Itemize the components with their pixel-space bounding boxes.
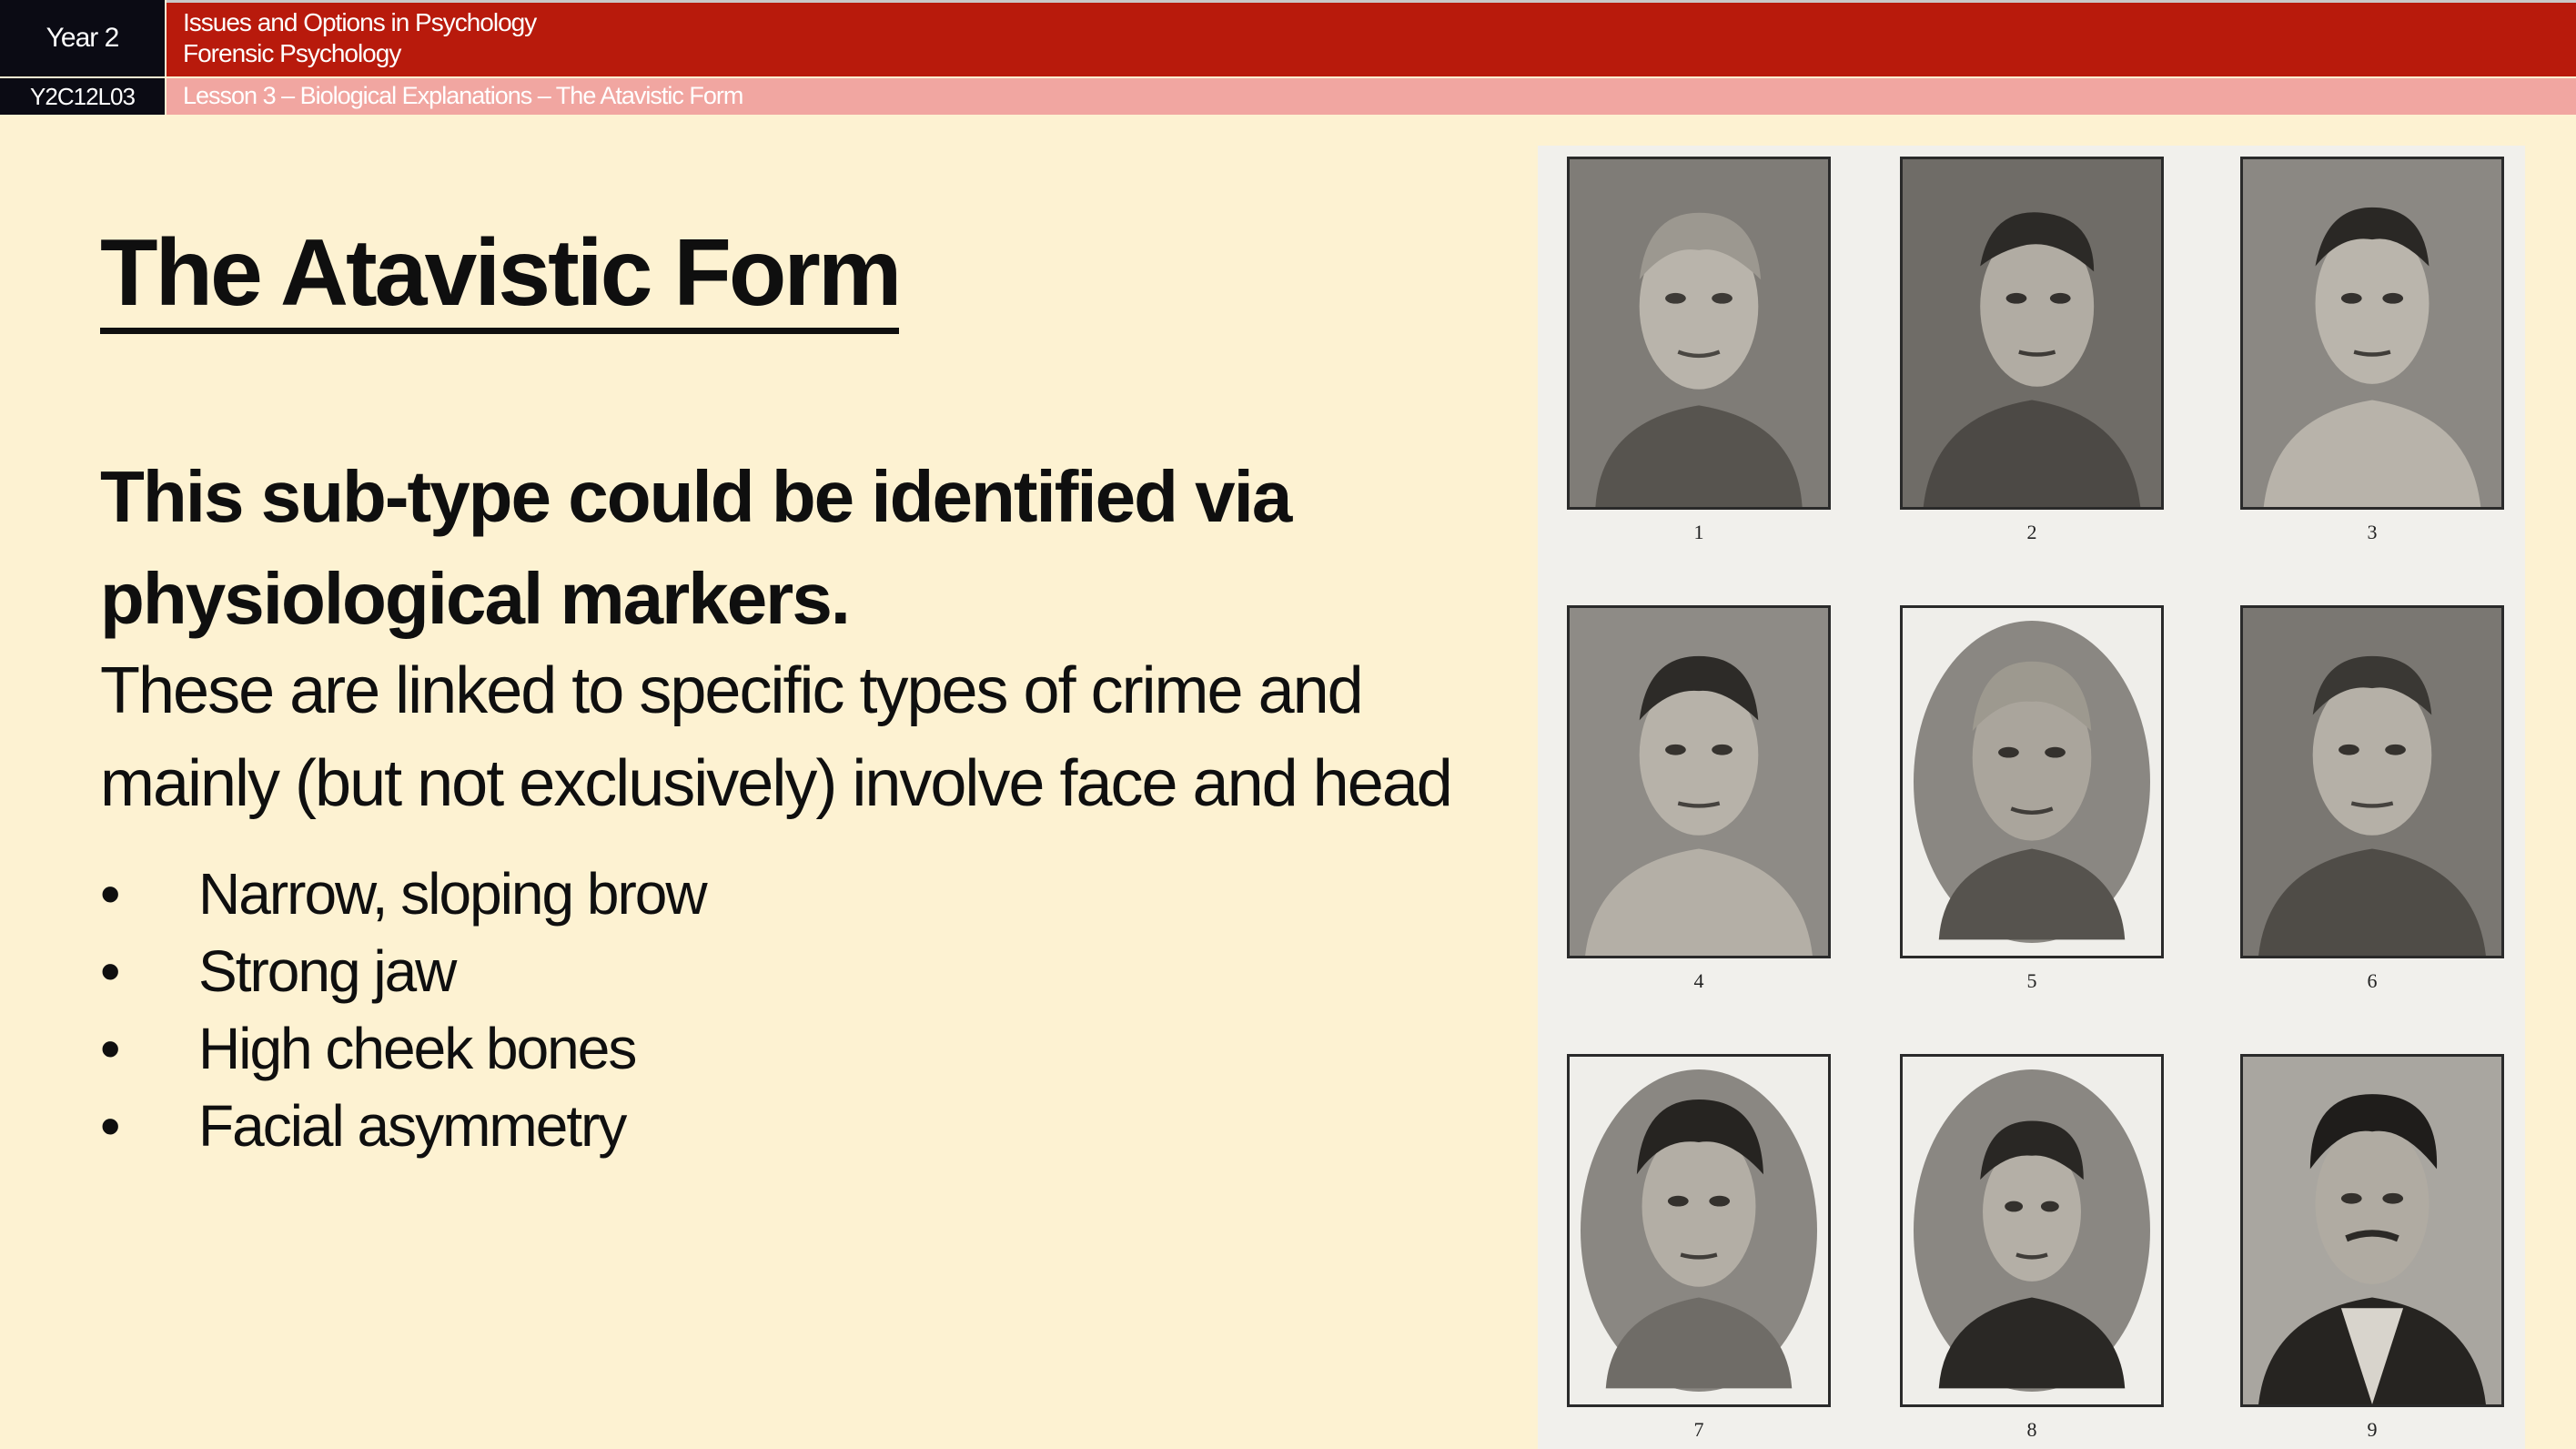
- course-banner: Issues and Options in Psychology Forensi…: [167, 0, 2576, 76]
- lesson-banner: Lesson 3 – Biological Explanations – The…: [167, 78, 2576, 115]
- year-label: Year 2: [0, 0, 165, 76]
- portrait-photo-7: [1567, 1054, 1831, 1407]
- portrait-caption: 1: [1693, 521, 1704, 543]
- body-text: These are linked to specific types of cr…: [100, 654, 1453, 820]
- course-subtitle: Forensic Psychology: [183, 39, 401, 67]
- bullet-icon: •: [100, 861, 120, 927]
- portrait-photo-9: [2240, 1054, 2504, 1407]
- portrait-caption: 4: [1693, 969, 1704, 992]
- lead-statement: This sub-type could be identified via ph…: [100, 456, 1292, 639]
- portrait-photo-6: [2240, 605, 2504, 958]
- course-title: Issues and Options in Psychology: [183, 8, 537, 36]
- portrait-caption: 7: [1693, 1418, 1704, 1441]
- slide-title: The Atavistic Form: [100, 218, 902, 334]
- bullet-icon: •: [100, 1093, 120, 1159]
- portrait-photo-5: [1900, 605, 2164, 958]
- portrait-caption: 5: [2026, 969, 2037, 992]
- bullet-icon: •: [100, 938, 120, 1004]
- lesson-code: Y2C12L03: [0, 78, 165, 115]
- portrait-photo-3: [2240, 157, 2504, 510]
- portrait-caption: 6: [2367, 969, 2378, 992]
- portrait-photo-1: [1567, 157, 1831, 510]
- lesson-title: Lesson 3 – Biological Explanations – The…: [183, 82, 743, 109]
- portrait-photo-8: [1900, 1054, 2164, 1407]
- portrait-caption: 3: [2367, 521, 2378, 543]
- portrait-photo-2: [1900, 157, 2164, 510]
- slide-header: Year 2 Y2C12L03 Issues and Options in Ps…: [0, 0, 2576, 115]
- portrait-caption: 8: [2026, 1418, 2037, 1441]
- portrait-caption: 9: [2367, 1418, 2378, 1441]
- portrait-caption: 2: [2026, 521, 2037, 543]
- portrait-plate: 1 2 3 4 5 6 7 8 9: [1538, 146, 2525, 1449]
- portrait-photo-4: [1567, 605, 1831, 958]
- bullet-icon: •: [100, 1016, 120, 1081]
